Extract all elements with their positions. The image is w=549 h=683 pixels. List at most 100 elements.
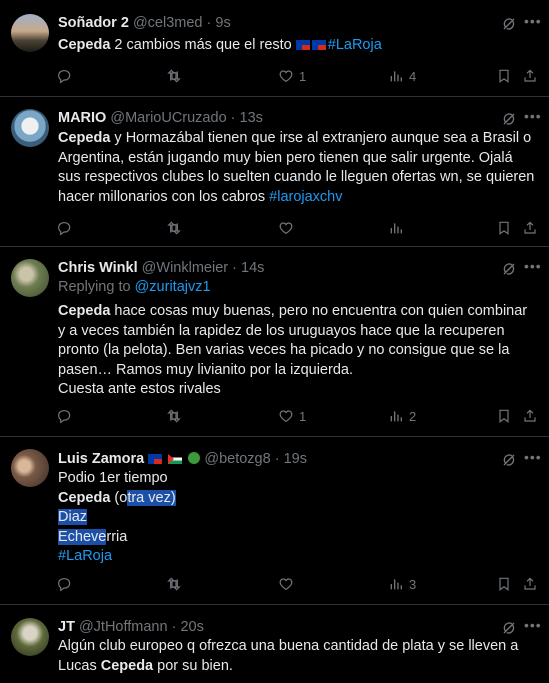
separator: · bbox=[171, 619, 177, 635]
display-name[interactable]: JT bbox=[58, 619, 75, 635]
display-name[interactable]: Chris Winkl bbox=[58, 260, 138, 276]
chile-flag-icon bbox=[148, 454, 163, 464]
grok-icon[interactable] bbox=[501, 452, 517, 468]
retweet-button[interactable] bbox=[166, 66, 187, 86]
views-icon bbox=[388, 576, 404, 592]
keyword-highlight: Cepeda bbox=[58, 489, 111, 506]
tweet[interactable]: MARIO @MarioUCruzado · 13s ••• Cepeda y … bbox=[0, 97, 549, 247]
tree-icon bbox=[188, 452, 201, 464]
like-icon bbox=[278, 576, 294, 592]
like-icon bbox=[278, 220, 294, 236]
share-button[interactable] bbox=[522, 218, 538, 238]
display-name[interactable]: Luis Zamora bbox=[58, 451, 144, 467]
share-button[interactable] bbox=[522, 574, 538, 594]
views-icon bbox=[388, 220, 404, 236]
tweet[interactable]: Soñador 2 @cel3med · 9s ••• Cepeda 2 cam… bbox=[0, 0, 549, 97]
like-button[interactable]: 1 bbox=[278, 66, 306, 86]
avatar[interactable] bbox=[11, 259, 49, 297]
hashtag-link[interactable]: #larojaxchv bbox=[269, 189, 342, 205]
reply-button[interactable] bbox=[56, 406, 72, 426]
user-handle[interactable]: @JtHoffmann bbox=[79, 619, 168, 635]
share-button[interactable] bbox=[522, 406, 538, 426]
share-icon bbox=[522, 68, 538, 84]
retweet-icon bbox=[166, 68, 182, 84]
more-icon[interactable]: ••• bbox=[524, 13, 542, 29]
like-count: 1 bbox=[299, 408, 307, 424]
display-name[interactable]: MARIO bbox=[58, 110, 106, 126]
timestamp[interactable]: 20s bbox=[180, 619, 203, 635]
share-icon bbox=[522, 576, 538, 592]
views-button[interactable]: 3 bbox=[388, 574, 416, 594]
tweet-header: Soñador 2 @cel3med · 9s bbox=[58, 13, 231, 33]
bookmark-button[interactable] bbox=[496, 218, 512, 238]
avatar[interactable] bbox=[11, 449, 49, 487]
tweet-text-content: por su bien. bbox=[153, 657, 233, 674]
views-button[interactable]: 4 bbox=[388, 66, 416, 86]
chile-flag-icon bbox=[311, 40, 326, 50]
bookmark-button[interactable] bbox=[496, 574, 512, 594]
reply-button[interactable] bbox=[56, 574, 72, 594]
reply-icon bbox=[56, 408, 72, 424]
tweet-text-line: rria bbox=[106, 528, 128, 545]
user-handle[interactable]: @cel3med bbox=[133, 15, 203, 31]
selected-text: Diaz bbox=[58, 509, 88, 525]
avatar[interactable] bbox=[11, 618, 49, 656]
share-icon bbox=[522, 220, 538, 236]
like-icon bbox=[278, 68, 294, 84]
grok-icon[interactable] bbox=[501, 16, 517, 32]
avatar[interactable] bbox=[11, 109, 49, 147]
grok-icon[interactable] bbox=[501, 111, 517, 127]
timestamp[interactable]: 14s bbox=[241, 260, 264, 276]
bookmark-button[interactable] bbox=[496, 66, 512, 86]
more-icon[interactable]: ••• bbox=[524, 617, 542, 633]
separator: · bbox=[232, 260, 237, 276]
reply-button[interactable] bbox=[56, 66, 77, 86]
retweet-button[interactable] bbox=[166, 574, 182, 594]
tweet[interactable]: Chris Winkl @Winklmeier · 14s ••• Replyi… bbox=[0, 247, 549, 437]
retweet-icon bbox=[166, 576, 182, 592]
timestamp[interactable]: 9s bbox=[215, 15, 230, 31]
tweet[interactable]: JT @JtHoffmann · 20s ••• Algún club euro… bbox=[0, 605, 549, 683]
more-icon[interactable]: ••• bbox=[524, 258, 542, 274]
tweet-actions bbox=[56, 218, 536, 238]
replying-label: Replying to bbox=[58, 279, 135, 295]
views-icon bbox=[388, 68, 404, 84]
retweet-button[interactable] bbox=[166, 218, 182, 238]
tweet[interactable]: Luis Zamora @betozg8 · 19s ••• Podio 1er… bbox=[0, 437, 549, 605]
hashtag-link[interactable]: #LaRoja bbox=[328, 37, 382, 53]
tweet-text-line: Cuesta ante estos rivales bbox=[58, 381, 221, 397]
like-button[interactable]: 1 bbox=[278, 406, 306, 426]
grok-icon[interactable] bbox=[501, 620, 517, 636]
user-handle[interactable]: @MarioUCruzado bbox=[110, 110, 226, 126]
bookmark-icon bbox=[496, 408, 512, 424]
like-button[interactable] bbox=[278, 574, 294, 594]
like-button[interactable] bbox=[278, 218, 294, 238]
keyword-highlight: Cepeda bbox=[58, 37, 111, 53]
tweet-text-content: 2 cambios más que el resto bbox=[110, 37, 296, 53]
keyword-highlight: Cepeda bbox=[58, 130, 111, 146]
replying-to: Replying to @zuritajvz1 bbox=[58, 278, 538, 298]
bookmark-button[interactable] bbox=[496, 406, 512, 426]
tweet-header: JT @JtHoffmann · 20s bbox=[58, 617, 204, 637]
hashtag-link[interactable]: #LaRoja bbox=[58, 548, 112, 564]
user-handle[interactable]: @betozg8 bbox=[204, 451, 270, 467]
retweet-button[interactable] bbox=[166, 406, 182, 426]
display-name[interactable]: Soñador 2 bbox=[58, 15, 129, 31]
user-handle[interactable]: @Winklmeier bbox=[142, 260, 228, 276]
tweet-text-line: Podio 1er tiempo bbox=[58, 470, 168, 486]
more-icon[interactable]: ••• bbox=[524, 449, 542, 465]
timestamp[interactable]: 13s bbox=[240, 110, 263, 126]
tweet-header: Chris Winkl @Winklmeier · 14s bbox=[58, 258, 264, 278]
views-button[interactable] bbox=[388, 218, 404, 238]
grok-icon[interactable] bbox=[501, 261, 517, 277]
reply-mention-link[interactable]: @zuritajvz1 bbox=[135, 279, 211, 295]
palestine-flag-icon bbox=[168, 454, 183, 464]
timestamp[interactable]: 19s bbox=[284, 451, 307, 467]
bookmark-icon bbox=[496, 220, 512, 236]
avatar[interactable] bbox=[11, 14, 49, 52]
more-icon[interactable]: ••• bbox=[524, 108, 542, 124]
tweet-text-content: hace cosas muy buenas, pero no encuentra… bbox=[58, 303, 528, 378]
reply-button[interactable] bbox=[56, 218, 72, 238]
share-button[interactable] bbox=[522, 66, 538, 86]
views-button[interactable]: 2 bbox=[388, 406, 416, 426]
